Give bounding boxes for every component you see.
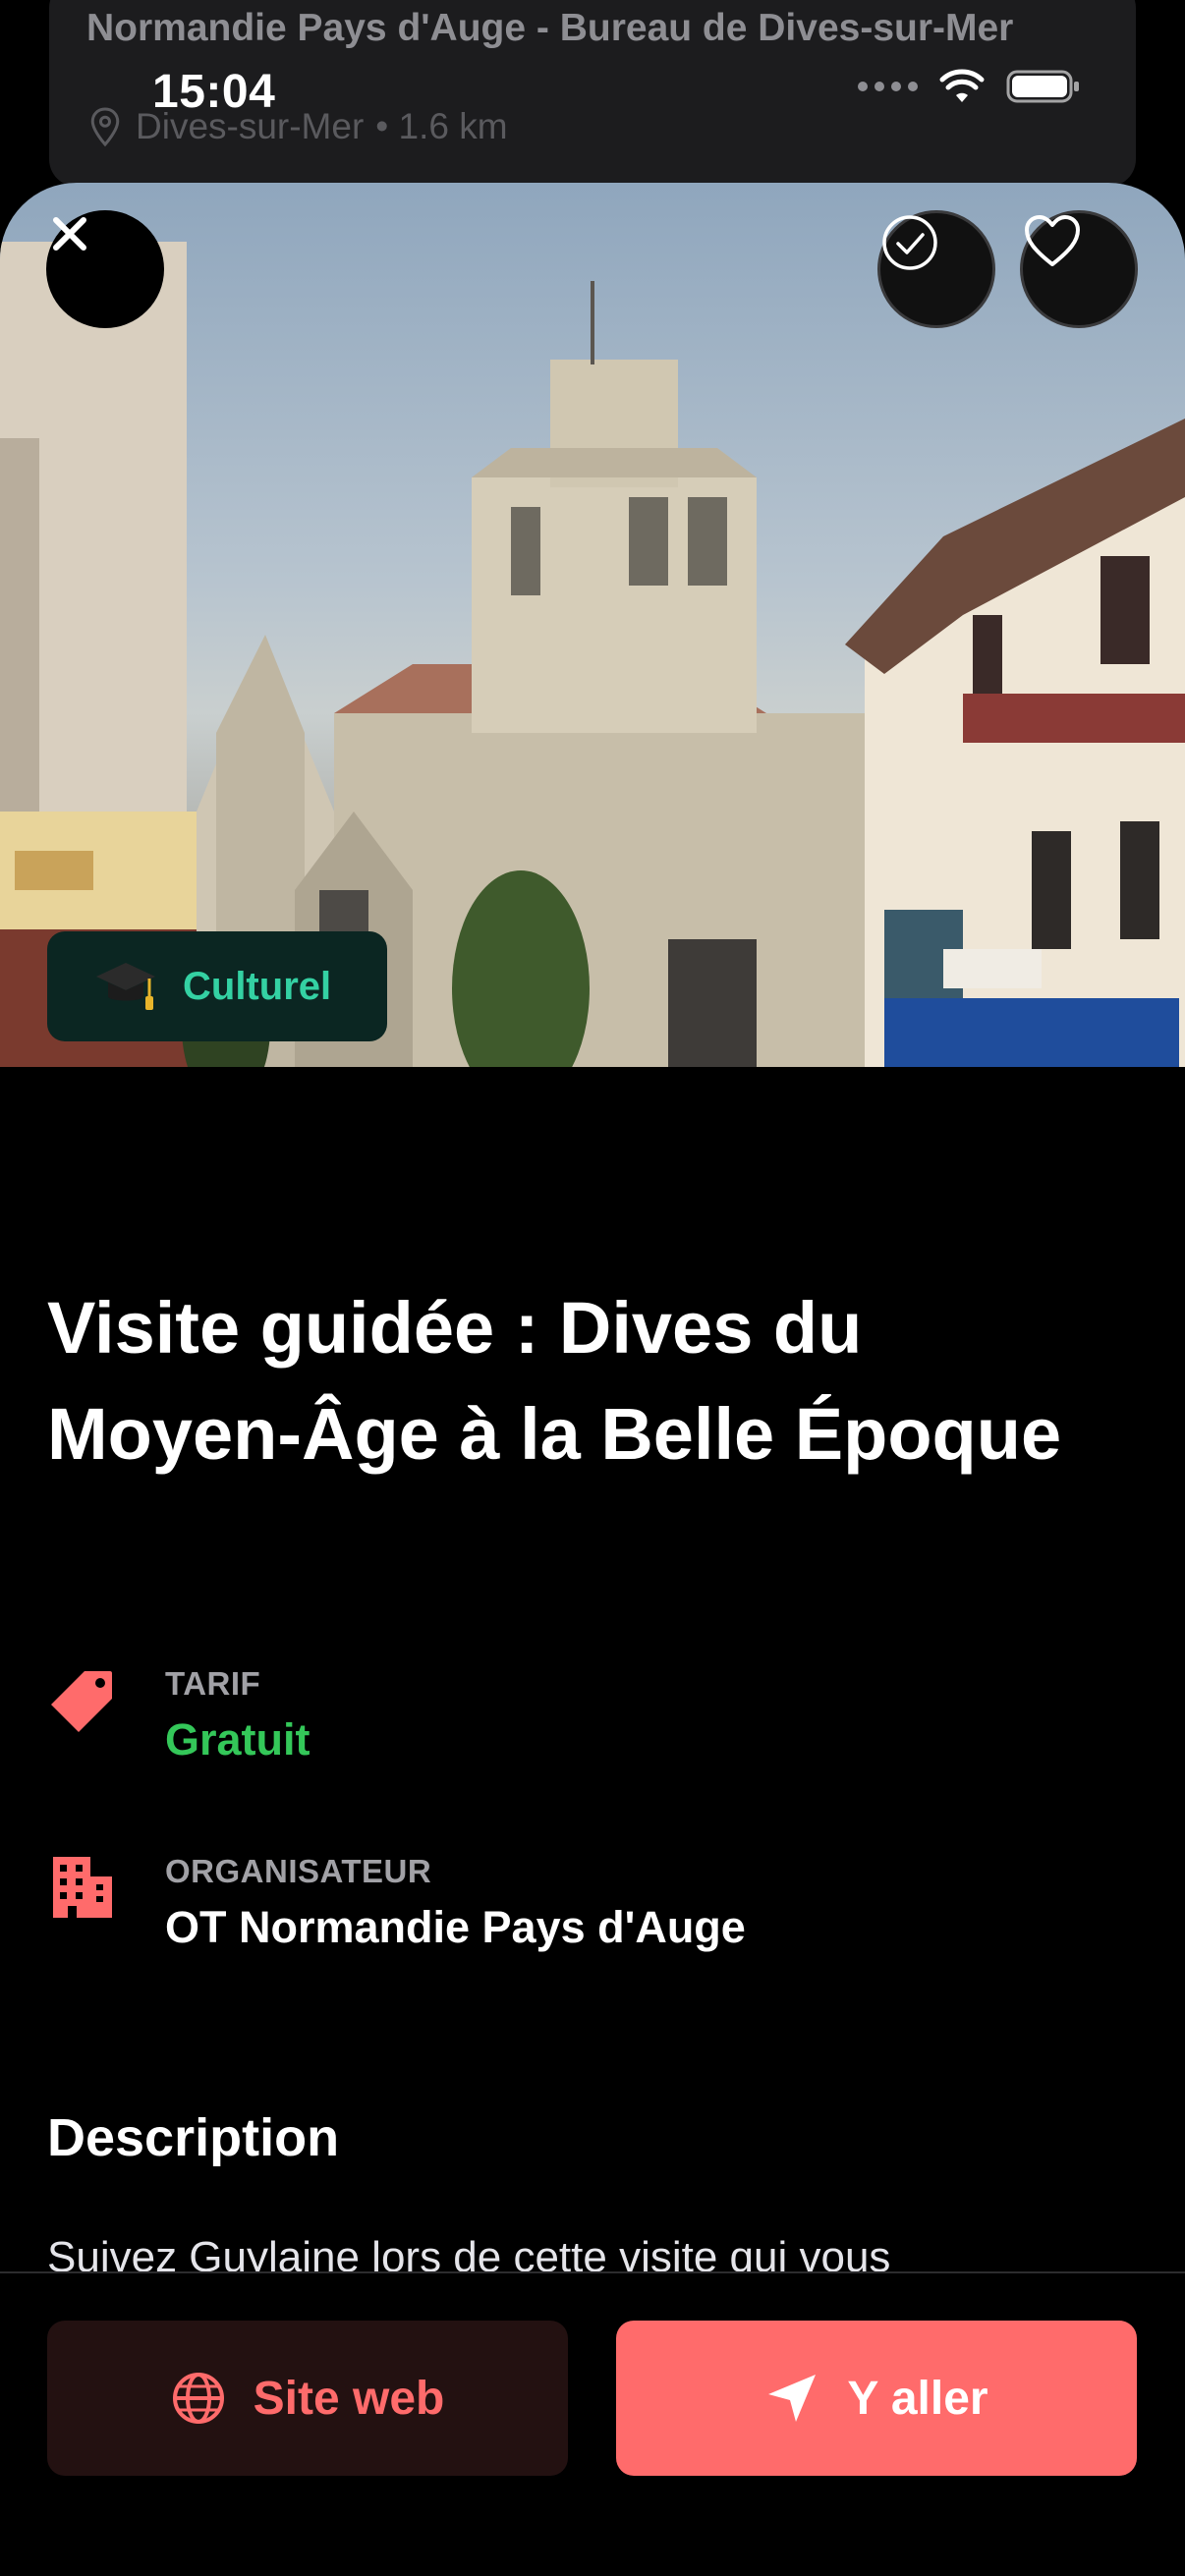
website-label: Site web [253, 2372, 445, 2425]
category-chip: Culturel [47, 931, 387, 1041]
directions-button[interactable]: Y aller [616, 2321, 1137, 2476]
favorite-button[interactable] [1020, 210, 1138, 328]
price-value: Gratuit [165, 1714, 310, 1764]
event-title: Visite guidée : Dives du Moyen-Âge à la … [47, 1287, 1062, 1475]
heart-icon [1025, 215, 1080, 266]
building-icon [53, 1857, 112, 1918]
background-place-title: Normandie Pays d'Auge - Bureau de Dives-… [86, 7, 1014, 49]
mark-visited-button[interactable] [877, 210, 995, 328]
directions-label: Y aller [847, 2372, 988, 2425]
close-button[interactable] [46, 210, 164, 328]
website-button[interactable]: Site web [47, 2321, 568, 2476]
navigation-arrow-icon [768, 2375, 817, 2422]
globe-icon [172, 2373, 224, 2424]
status-icons [858, 69, 1081, 104]
organizer-row: ORGANISATEUR OT Normandie Pays d'Auge [47, 1853, 1128, 1971]
price-label: TARIF [165, 1665, 261, 1702]
cellular-signal-icon [858, 82, 918, 91]
wifi-icon [939, 69, 985, 102]
battery-icon [1006, 70, 1079, 103]
category-label: Culturel [183, 964, 332, 1008]
status-bar: 15:04 [0, 57, 1185, 136]
close-icon [53, 217, 86, 251]
price-tag-icon [51, 1671, 112, 1732]
action-bar: Site web Y aller [0, 2271, 1185, 2576]
organizer-label: ORGANISATEUR [165, 1853, 432, 1889]
check-circle-icon [882, 215, 937, 270]
organizer-value: OT Normandie Pays d'Auge [165, 1902, 746, 1952]
status-time: 15:04 [152, 66, 276, 118]
description-text: Suivez Guylaine lors de cette visite qui… [47, 2233, 891, 2271]
description-heading: Description [47, 2108, 340, 2167]
price-row: TARIF Gratuit [47, 1665, 1128, 1783]
graduation-cap-icon [96, 963, 155, 1010]
